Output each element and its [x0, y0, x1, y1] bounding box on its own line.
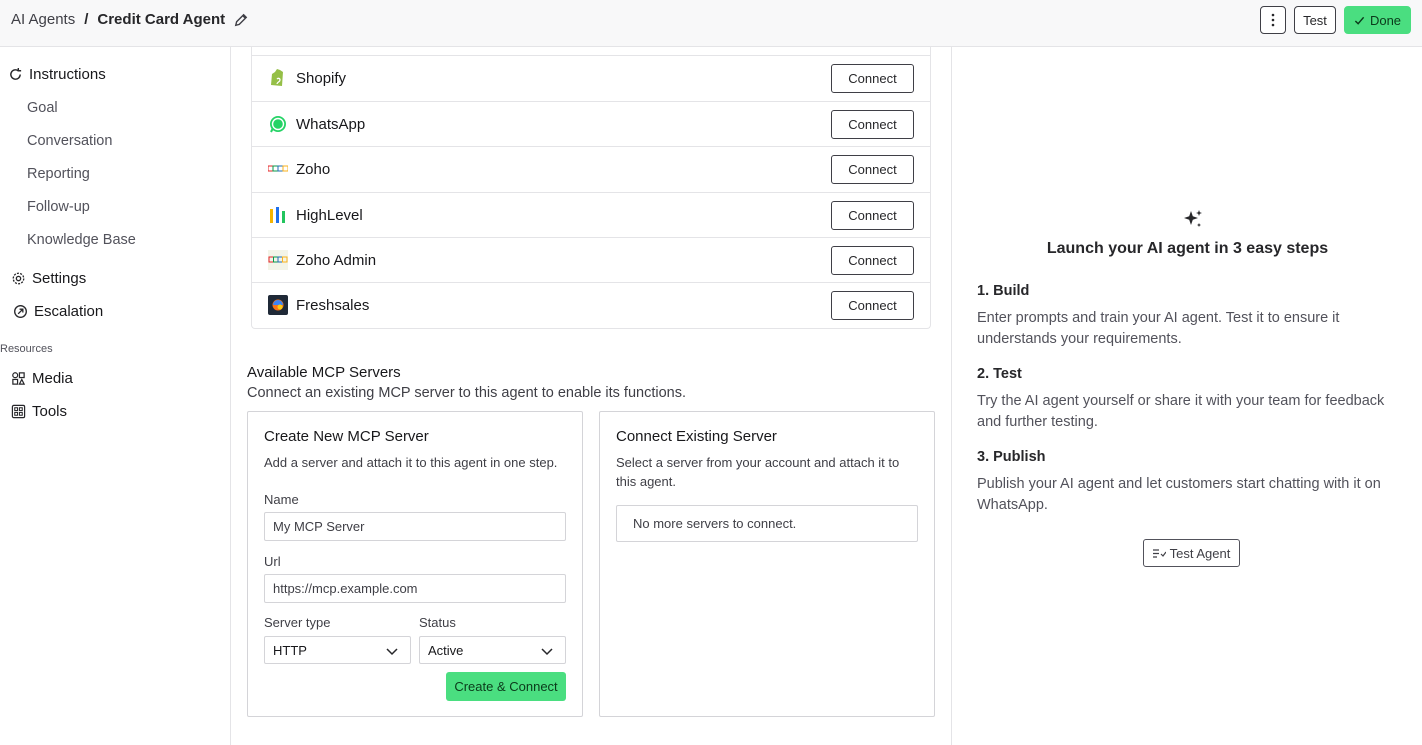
test-agent-label: Test Agent — [1169, 545, 1231, 561]
shopify-icon — [271, 69, 283, 86]
integration-name: WhatsApp — [296, 115, 366, 133]
integration-name: HighLevel — [296, 206, 363, 224]
refresh-icon — [10, 67, 22, 80]
card-title: Connect Existing Server — [616, 428, 777, 445]
done-button[interactable]: Done — [1344, 6, 1411, 34]
test-list-icon — [1152, 548, 1166, 558]
name-label: Name — [264, 492, 299, 507]
sidebar: Instructions Goal Conversation Reporting… — [0, 47, 231, 745]
status-label: Status — [419, 615, 456, 630]
top-header: AI Agents / Credit Card Agent Test Done — [0, 0, 1422, 47]
zoho-icon — [268, 165, 288, 172]
integration-name: Zoho Admin — [296, 251, 377, 269]
sidebar-item-label: Instructions — [29, 66, 106, 83]
status-select[interactable]: Active — [419, 636, 566, 664]
step-title: 3. Publish — [977, 449, 1046, 465]
launch-guide-panel: Launch your AI agent in 3 easy steps 1. … — [951, 47, 1422, 745]
create-connect-button[interactable]: Create & Connect — [446, 672, 566, 701]
step-description: Publish your AI agent and let customers … — [977, 476, 1381, 513]
list-item: WhatsApp Connect — [252, 101, 930, 146]
escalation-icon — [14, 305, 27, 318]
sidebar-item-label: Settings — [32, 270, 87, 287]
mcp-section-title: Available MCP Servers — [247, 364, 401, 381]
freshsales-icon — [268, 295, 288, 315]
test-button[interactable]: Test — [1294, 6, 1336, 34]
connect-button[interactable]: Connect — [831, 245, 914, 275]
breadcrumb-separator: / — [84, 11, 89, 28]
connect-button[interactable]: Connect — [831, 109, 914, 139]
server-type-select[interactable]: HTTP — [264, 636, 411, 664]
breadcrumb: AI Agents / Credit Card Agent — [11, 11, 248, 28]
whatsapp-icon — [270, 116, 286, 133]
sparkle-icon — [1184, 210, 1202, 227]
sidebar-item-label: Escalation — [34, 303, 104, 320]
empty-server-list: No more servers to connect. — [616, 505, 918, 542]
gear-icon — [12, 272, 25, 285]
breadcrumb-root[interactable]: AI Agents — [11, 11, 75, 28]
url-field[interactable]: https://mcp.example.com — [264, 574, 566, 603]
server-type-label: Server type — [264, 615, 331, 630]
card-title: Create New MCP Server — [264, 428, 429, 445]
status-value: Active — [428, 642, 464, 658]
create-mcp-card: Create New MCP Server Add a server and a… — [247, 411, 583, 717]
sidebar-item-media[interactable]: Media — [11, 370, 73, 387]
connect-button[interactable]: Connect — [831, 290, 914, 320]
sidebar-subitem-goal[interactable]: Goal — [27, 100, 58, 116]
integrations-list: Shopify Connect WhatsApp Connect Zoho Co… — [251, 47, 931, 329]
card-description: Add a server and attach it to this agent… — [264, 455, 558, 470]
card-description: Select a server from your account and at… — [616, 455, 900, 489]
url-label: Url — [264, 554, 281, 569]
sidebar-subitem-conversation[interactable]: Conversation — [27, 133, 112, 149]
launch-title: Launch your AI agent in 3 easy steps — [1046, 240, 1329, 257]
tools-icon — [11, 404, 26, 419]
step-title: 2. Test — [977, 366, 1022, 382]
sidebar-item-label: Media — [32, 370, 73, 387]
list-item: Zoho Connect — [252, 146, 930, 191]
sidebar-subitem-reporting[interactable]: Reporting — [27, 166, 90, 182]
sidebar-item-escalation[interactable]: Escalation — [13, 303, 103, 320]
list-item: HighLevel Connect — [252, 192, 930, 237]
connect-button[interactable]: Connect — [831, 63, 914, 93]
connect-button[interactable]: Connect — [831, 154, 914, 184]
sidebar-item-settings[interactable]: Settings — [11, 270, 86, 287]
sidebar-item-label: Tools — [32, 403, 68, 420]
check-icon — [1354, 16, 1365, 25]
step-description: Enter prompts and train your AI agent. T… — [977, 310, 1340, 347]
sidebar-subitem-follow-up[interactable]: Follow-up — [27, 199, 90, 215]
list-item: Freshsales Connect — [252, 282, 930, 327]
pencil-icon[interactable] — [234, 13, 248, 27]
test-agent-button[interactable]: Test Agent — [1143, 539, 1240, 567]
resources-section-header: Resources — [0, 343, 53, 355]
server-type-value: HTTP — [273, 642, 307, 658]
main-content: Shopify Connect WhatsApp Connect Zoho Co… — [231, 47, 951, 745]
more-options-button[interactable] — [1260, 6, 1286, 34]
step-title: 1. Build — [977, 283, 1030, 299]
done-label: Done — [1369, 12, 1402, 28]
more-vertical-icon — [1271, 13, 1275, 27]
name-field[interactable]: My MCP Server — [264, 512, 566, 541]
breadcrumb-current: Credit Card Agent — [97, 11, 226, 28]
integration-name: Zoho — [296, 160, 331, 178]
sidebar-item-tools[interactable]: Tools — [11, 403, 67, 420]
media-icon — [12, 372, 26, 385]
chevron-down-icon — [541, 648, 553, 656]
list-item: Shopify Connect — [252, 55, 930, 100]
connect-button[interactable]: Connect — [831, 200, 914, 230]
integration-name: Shopify — [296, 69, 347, 87]
step-description: Try the AI agent yourself or share it wi… — [977, 393, 1385, 430]
list-item: Zoho Admin Connect — [252, 237, 930, 282]
highlevel-icon — [270, 207, 285, 223]
zoho-admin-icon — [268, 250, 288, 270]
sidebar-item-instructions[interactable]: Instructions — [8, 66, 106, 83]
chevron-down-icon — [386, 648, 398, 656]
integration-name: Freshsales — [296, 296, 370, 314]
mcp-section-subtitle: Connect an existing MCP server to this a… — [247, 385, 687, 401]
connect-existing-card: Connect Existing Server Select a server … — [599, 411, 935, 717]
sidebar-subitem-knowledge-base[interactable]: Knowledge Base — [27, 232, 136, 248]
